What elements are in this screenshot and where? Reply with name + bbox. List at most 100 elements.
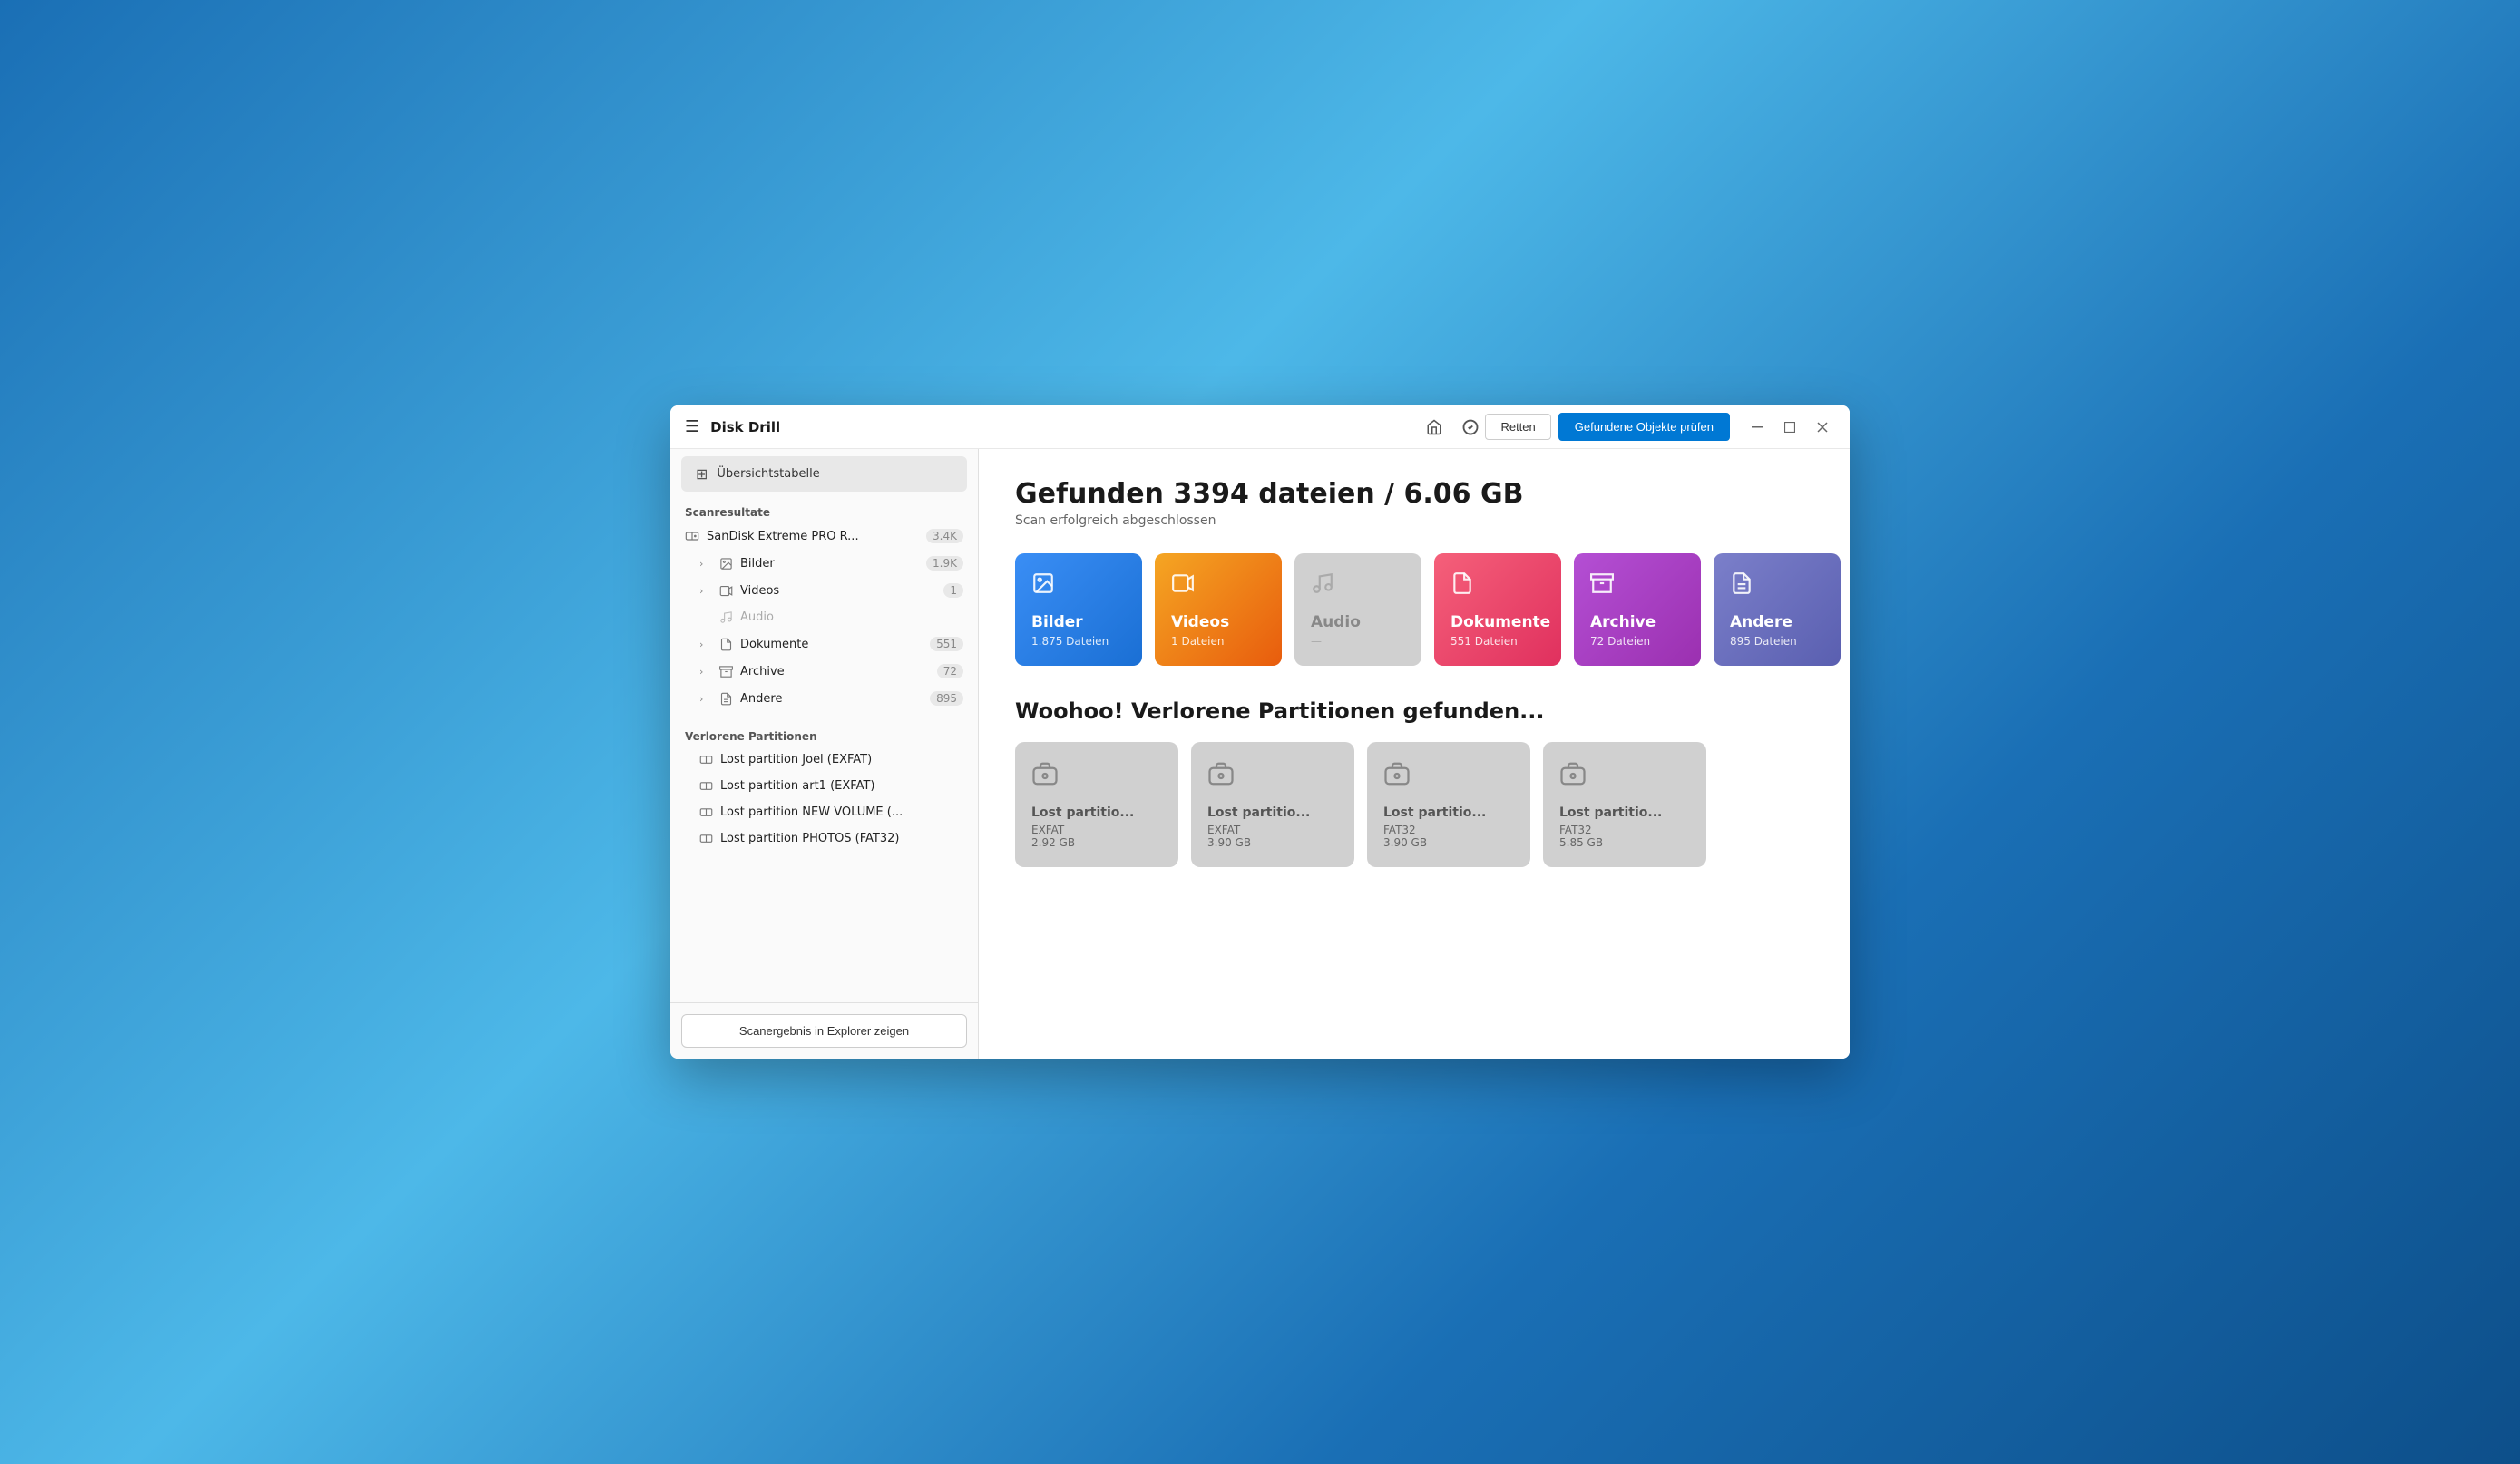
partition-card-3[interactable]: Lost partitio... FAT32 3.90 GB bbox=[1367, 742, 1530, 867]
minimize-button[interactable] bbox=[1744, 415, 1770, 440]
partition-fs-4: FAT32 bbox=[1559, 824, 1690, 836]
sidebar-item-audio[interactable]: › Audio bbox=[670, 604, 978, 630]
dokumente-card-count: 551 Dateien bbox=[1450, 635, 1545, 648]
chevron-icon-andere: › bbox=[699, 693, 712, 705]
lost-partition-art1[interactable]: Lost partition art1 (EXFAT) bbox=[670, 773, 978, 799]
maximize-button[interactable] bbox=[1777, 415, 1802, 440]
andere-card-title: Andere bbox=[1730, 613, 1824, 631]
partition-disk-icon bbox=[699, 753, 713, 766]
partition-icon-2 bbox=[1207, 760, 1338, 793]
card-dokumente[interactable]: Dokumente 551 Dateien bbox=[1434, 553, 1561, 666]
archive-count: 72 bbox=[937, 664, 963, 678]
lost-partition-new-volume-label: Lost partition NEW VOLUME (... bbox=[720, 805, 903, 819]
videos-label: Videos bbox=[740, 584, 936, 598]
subtitle: Scan erfolgreich abgeschlossen bbox=[1015, 513, 1813, 528]
card-audio[interactable]: Audio — bbox=[1294, 553, 1421, 666]
partition-fs-2: EXFAT bbox=[1207, 824, 1338, 836]
scan-results-label: Scanresultate bbox=[670, 499, 978, 522]
grid-icon: ⊞ bbox=[696, 465, 708, 483]
audio-card-icon bbox=[1311, 571, 1405, 600]
partition-size-2: 3.90 GB bbox=[1207, 836, 1338, 849]
archive-icon bbox=[719, 665, 733, 678]
title-bar-actions: Retten Gefundene Objekte prüfen bbox=[1485, 413, 1730, 441]
lost-partition-photos-label: Lost partition PHOTOS (FAT32) bbox=[720, 832, 899, 845]
lost-partition-joel[interactable]: Lost partition Joel (EXFAT) bbox=[670, 747, 978, 773]
sidebar-item-archive[interactable]: › Archive 72 bbox=[670, 658, 978, 685]
partition-size-4: 5.85 GB bbox=[1559, 836, 1690, 849]
menu-icon[interactable]: ☰ bbox=[685, 417, 699, 436]
andere-label: Andere bbox=[740, 692, 923, 706]
bilder-card-title: Bilder bbox=[1031, 613, 1126, 631]
check-icon-btn[interactable] bbox=[1456, 413, 1485, 442]
lost-partition-joel-label: Lost partition Joel (EXFAT) bbox=[720, 753, 872, 766]
nav-icons bbox=[1420, 413, 1485, 442]
partition-title-3: Lost partitio... bbox=[1383, 805, 1514, 820]
check-objects-button[interactable]: Gefundene Objekte prüfen bbox=[1558, 413, 1730, 441]
partition-size-1: 2.92 GB bbox=[1031, 836, 1162, 849]
headline: Gefunden 3394 dateien / 6.06 GB bbox=[1015, 478, 1813, 510]
sidebar: ⊞ Übersichtstabelle Scanresultate SanDis… bbox=[670, 449, 979, 1059]
card-bilder[interactable]: Bilder 1.875 Dateien bbox=[1015, 553, 1142, 666]
dokumente-icon bbox=[719, 638, 733, 651]
retten-button[interactable]: Retten bbox=[1485, 414, 1550, 440]
partition-card-4[interactable]: Lost partitio... FAT32 5.85 GB bbox=[1543, 742, 1706, 867]
partition-icon-1 bbox=[1031, 760, 1162, 793]
overview-btn[interactable]: ⊞ Übersichtstabelle bbox=[681, 456, 967, 492]
videos-card-count: 1 Dateien bbox=[1171, 635, 1265, 648]
sidebar-item-andere[interactable]: › Andere 895 bbox=[670, 685, 978, 712]
lost-partition-new-volume[interactable]: Lost partition NEW VOLUME (... bbox=[670, 799, 978, 825]
category-cards: Bilder 1.875 Dateien Videos 1 Dateien bbox=[1015, 553, 1813, 666]
andere-count: 895 bbox=[930, 691, 963, 706]
videos-icon bbox=[719, 584, 733, 598]
partition-disk-icon4 bbox=[699, 832, 713, 845]
home-icon-btn[interactable] bbox=[1420, 413, 1449, 442]
lost-partition-photos[interactable]: Lost partition PHOTOS (FAT32) bbox=[670, 825, 978, 852]
partition-disk-icon2 bbox=[699, 779, 713, 793]
content-header: Gefunden 3394 dateien / 6.06 GB Scan erf… bbox=[1015, 478, 1813, 528]
videos-card-icon bbox=[1171, 571, 1265, 600]
card-archive[interactable]: Archive 72 Dateien bbox=[1574, 553, 1701, 666]
partition-size-3: 3.90 GB bbox=[1383, 836, 1514, 849]
bilder-card-icon bbox=[1031, 571, 1126, 600]
sidebar-disk-item[interactable]: SanDisk Extreme PRO R... 3.4K bbox=[670, 522, 978, 550]
app-window: ☰ Disk Drill Retten Gefundene Objekte pr… bbox=[670, 405, 1850, 1059]
audio-card-title: Audio bbox=[1311, 613, 1405, 631]
bilder-card-count: 1.875 Dateien bbox=[1031, 635, 1126, 648]
partition-card-2[interactable]: Lost partitio... EXFAT 3.90 GB bbox=[1191, 742, 1354, 867]
andere-card-icon bbox=[1730, 571, 1824, 600]
bilder-count: 1.9K bbox=[926, 556, 963, 571]
card-videos[interactable]: Videos 1 Dateien bbox=[1155, 553, 1282, 666]
dokumente-card-title: Dokumente bbox=[1450, 613, 1545, 631]
dokumente-count: 551 bbox=[930, 637, 963, 651]
disk-icon bbox=[685, 529, 699, 543]
sidebar-item-videos[interactable]: › Videos 1 bbox=[670, 577, 978, 604]
partition-card-1[interactable]: Lost partitio... EXFAT 2.92 GB bbox=[1015, 742, 1178, 867]
sidebar-item-dokumente[interactable]: › Dokumente 551 bbox=[670, 630, 978, 658]
partition-title-2: Lost partitio... bbox=[1207, 805, 1338, 820]
videos-count: 1 bbox=[943, 583, 963, 598]
disk-label: SanDisk Extreme PRO R... bbox=[707, 530, 919, 543]
window-controls bbox=[1744, 415, 1835, 440]
sidebar-item-bilder[interactable]: › Bilder 1.9K bbox=[670, 550, 978, 577]
lost-partitions-section-title: Woohoo! Verlorene Partitionen gefunden..… bbox=[1015, 698, 1813, 724]
bilder-label: Bilder bbox=[740, 557, 919, 571]
content-area: Gefunden 3394 dateien / 6.06 GB Scan erf… bbox=[979, 449, 1850, 1059]
lost-partitions-label: Verlorene Partitionen bbox=[670, 723, 978, 747]
audio-icon bbox=[719, 610, 733, 624]
show-in-explorer-button[interactable]: Scanergebnis in Explorer zeigen bbox=[681, 1014, 967, 1048]
sidebar-bottom: Scanergebnis in Explorer zeigen bbox=[670, 1002, 978, 1059]
partition-icon-3 bbox=[1383, 760, 1514, 793]
app-title: Disk Drill bbox=[710, 419, 780, 435]
overview-label: Übersichtstabelle bbox=[717, 467, 819, 481]
partition-icon-4 bbox=[1559, 760, 1690, 793]
archive-card-title: Archive bbox=[1590, 613, 1685, 631]
lost-partition-art1-label: Lost partition art1 (EXFAT) bbox=[720, 779, 874, 793]
partition-title-4: Lost partitio... bbox=[1559, 805, 1690, 820]
disk-count: 3.4K bbox=[926, 529, 963, 543]
dokumente-card-icon bbox=[1450, 571, 1545, 600]
audio-label: Audio bbox=[740, 610, 963, 624]
close-button[interactable] bbox=[1810, 415, 1835, 440]
main-layout: ⊞ Übersichtstabelle Scanresultate SanDis… bbox=[670, 449, 1850, 1059]
archive-card-icon bbox=[1590, 571, 1685, 600]
card-andere[interactable]: Andere 895 Dateien bbox=[1714, 553, 1841, 666]
